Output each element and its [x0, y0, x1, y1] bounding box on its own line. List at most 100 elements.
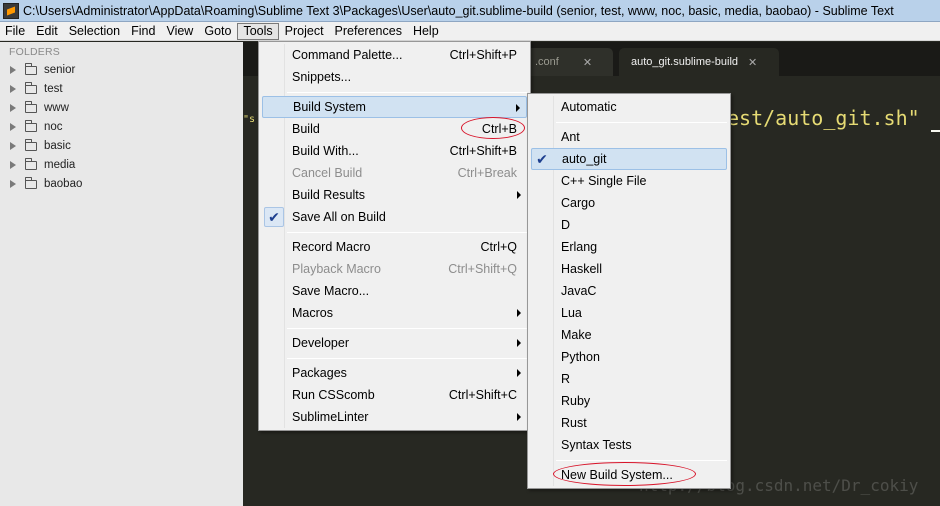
expand-arrow-icon[interactable]	[10, 161, 16, 169]
menu-label: Build With...	[292, 144, 359, 158]
annotation-ellipse	[461, 117, 525, 139]
code-fragment-left: "s	[243, 114, 256, 125]
menu-command-palette[interactable]: Command Palette... Ctrl+Shift+P	[262, 44, 527, 66]
close-icon[interactable]: ✕	[583, 56, 592, 69]
folder-icon	[25, 119, 37, 132]
menu-run-csscomb[interactable]: Run CSScomb Ctrl+Shift+C	[262, 384, 527, 406]
menu-build-system[interactable]: Build System	[262, 96, 527, 118]
menu-macros[interactable]: Macros	[262, 302, 527, 324]
menu-label: JavaC	[561, 284, 597, 298]
build-system-lua[interactable]: Lua	[531, 302, 727, 324]
build-system-auto-git[interactable]: ✔ auto_git	[531, 148, 727, 170]
menu-view[interactable]: View	[161, 23, 198, 40]
menu-file[interactable]: File	[0, 23, 30, 40]
expand-arrow-icon[interactable]	[10, 180, 16, 188]
folder-basic[interactable]: basic	[10, 137, 71, 155]
menu-save-macro[interactable]: Save Macro...	[262, 280, 527, 302]
menu-label: R	[561, 372, 571, 386]
menu-playback-macro[interactable]: Playback Macro Ctrl+Shift+Q	[262, 258, 527, 280]
window-title: C:\Users\Administrator\AppData\Roaming\S…	[23, 3, 894, 18]
folder-media[interactable]: media	[10, 156, 75, 174]
menu-separator	[287, 232, 527, 233]
menu-record-macro[interactable]: Record Macro Ctrl+Q	[262, 236, 527, 258]
folder-icon	[25, 81, 37, 94]
menu-sublimelinter[interactable]: SublimeLinter	[262, 406, 527, 428]
menu-edit[interactable]: Edit	[31, 23, 63, 40]
menu-shortcut: Ctrl+Q	[480, 240, 517, 254]
build-system-cargo[interactable]: Cargo	[531, 192, 727, 214]
menu-tools[interactable]: Tools	[237, 22, 279, 40]
menu-label: Make	[561, 328, 592, 342]
menu-separator	[556, 460, 727, 461]
menu-label: Developer	[292, 336, 349, 350]
build-system-r[interactable]: R	[531, 368, 727, 390]
checkmark-icon: ✔	[536, 151, 548, 167]
menu-build-results[interactable]: Build Results	[262, 184, 527, 206]
menu-label: Save Macro...	[292, 284, 370, 298]
build-system-syntax-tests[interactable]: Syntax Tests	[531, 434, 727, 456]
build-system-d[interactable]: D	[531, 214, 727, 236]
expand-arrow-icon[interactable]	[10, 66, 16, 74]
folder-baobao[interactable]: baobao	[10, 175, 82, 193]
menu-find[interactable]: Find	[126, 23, 160, 40]
tab-auto-git[interactable]: auto_git.sublime-build ✕	[619, 48, 779, 76]
menu-preferences[interactable]: Preferences	[330, 23, 407, 40]
menu-label: Rust	[561, 416, 587, 430]
menu-shortcut: Ctrl+Shift+B	[449, 144, 517, 158]
menu-bar: File Edit Selection Find View Goto Tools…	[0, 22, 940, 41]
build-system-javac[interactable]: JavaC	[531, 280, 727, 302]
menu-packages[interactable]: Packages	[262, 362, 527, 384]
folder-label: basic	[44, 140, 71, 152]
folder-noc[interactable]: noc	[10, 118, 63, 136]
build-system-cpp[interactable]: C++ Single File	[531, 170, 727, 192]
menu-label: Ruby	[561, 394, 591, 408]
menu-cancel-build[interactable]: Cancel Build Ctrl+Break	[262, 162, 527, 184]
sublime-text-icon	[3, 2, 19, 19]
build-system-automatic[interactable]: Automatic	[531, 96, 727, 118]
folder-label: noc	[44, 121, 63, 133]
folder-label: senior	[44, 64, 76, 76]
menu-label: Snippets...	[292, 70, 352, 84]
menu-help[interactable]: Help	[408, 23, 444, 40]
build-system-erlang[interactable]: Erlang	[531, 236, 727, 258]
build-system-haskell[interactable]: Haskell	[531, 258, 727, 280]
tools-menu: Command Palette... Ctrl+Shift+P Snippets…	[258, 41, 531, 431]
expand-arrow-icon[interactable]	[10, 123, 16, 131]
menu-project[interactable]: Project	[280, 23, 329, 40]
menu-label: Build Results	[292, 188, 365, 202]
menu-label: Cancel Build	[292, 166, 363, 180]
menu-label: Packages	[292, 366, 347, 380]
folder-label: www	[44, 102, 69, 114]
folder-senior[interactable]: senior	[10, 61, 75, 79]
folder-icon	[25, 157, 37, 170]
build-system-python[interactable]: Python	[531, 346, 727, 368]
tab-label: auto_git.sublime-build	[631, 56, 739, 68]
expand-arrow-icon[interactable]	[10, 85, 16, 93]
menu-save-all-on-build[interactable]: ✔ Save All on Build	[262, 206, 527, 228]
menu-label: Record Macro	[292, 240, 371, 254]
folder-test[interactable]: test	[10, 80, 63, 98]
menu-label: Save All on Build	[292, 210, 386, 224]
menu-label: D	[561, 218, 571, 232]
annotation-ellipse	[553, 462, 696, 486]
folder-icon	[25, 138, 37, 151]
submenu-arrow-icon	[517, 309, 521, 317]
menu-snippets[interactable]: Snippets...	[262, 66, 527, 88]
submenu-arrow-icon	[517, 413, 521, 421]
menu-label: auto_git	[562, 152, 607, 166]
menu-label: Syntax Tests	[561, 438, 632, 452]
menu-build-with[interactable]: Build With... Ctrl+Shift+B	[262, 140, 527, 162]
checkmark-icon: ✔	[264, 207, 284, 227]
submenu-arrow-icon	[517, 339, 521, 347]
menu-goto[interactable]: Goto	[199, 23, 236, 40]
close-icon[interactable]: ✕	[748, 56, 757, 69]
build-system-rust[interactable]: Rust	[531, 412, 727, 434]
build-system-ant[interactable]: Ant	[531, 126, 727, 148]
folder-www[interactable]: www	[10, 99, 69, 117]
expand-arrow-icon[interactable]	[10, 104, 16, 112]
menu-selection[interactable]: Selection	[64, 23, 125, 40]
build-system-make[interactable]: Make	[531, 324, 727, 346]
expand-arrow-icon[interactable]	[10, 142, 16, 150]
build-system-ruby[interactable]: Ruby	[531, 390, 727, 412]
menu-developer[interactable]: Developer	[262, 332, 527, 354]
